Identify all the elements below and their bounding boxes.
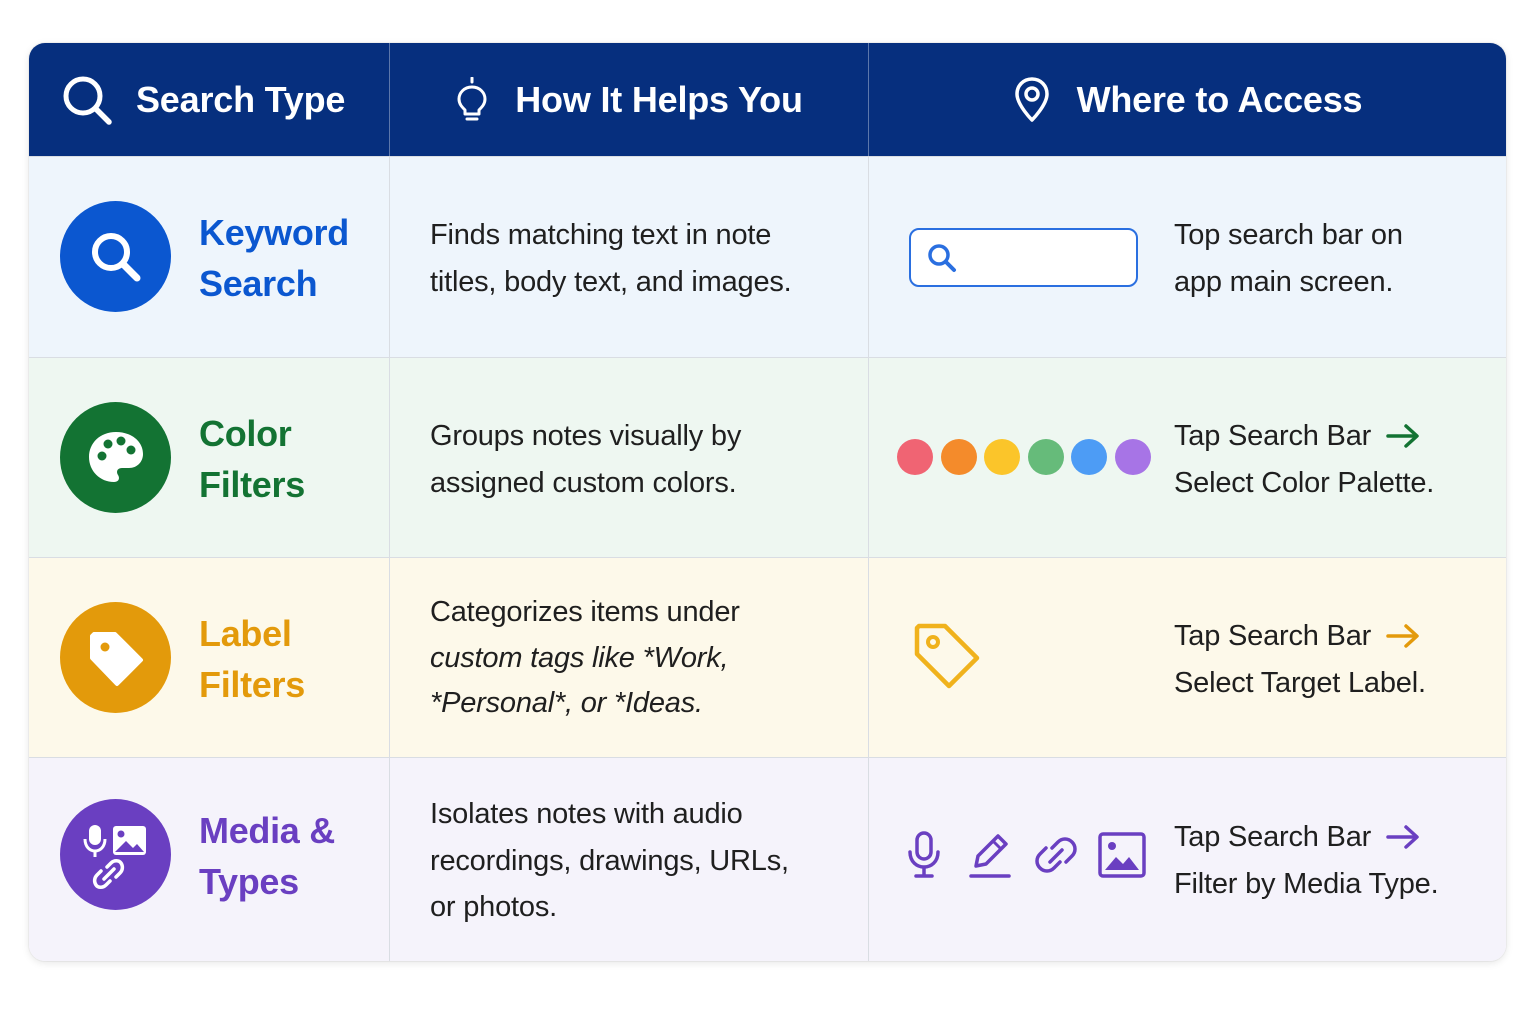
description-cell: Categorizes items under custom tags like…	[390, 558, 869, 757]
header-where-to-access-label: Where to Access	[1076, 78, 1363, 120]
image-icon[interactable]	[1089, 830, 1155, 880]
description-text: Finds matching text in note titles, body…	[430, 219, 792, 298]
color-swatch-orange[interactable]	[940, 439, 977, 475]
lightbulb-icon	[457, 76, 487, 120]
access-text: Top search bar on app main screen.	[1174, 219, 1403, 298]
media-icon	[83, 824, 146, 889]
palette-icon	[88, 431, 143, 482]
table-header: Search Type How It Helps You Where to Ac…	[29, 43, 1506, 156]
description-cell: Groups notes visually by assigned custom…	[390, 358, 869, 557]
search-type-cell: Media & Types	[29, 758, 390, 961]
description-text: Groups notes visually by assigned custom…	[430, 420, 742, 499]
color-swatch-purple[interactable]	[1114, 439, 1151, 475]
search-type-title: Label Filters	[199, 613, 305, 705]
table-row: Label Filters Categorizes items under cu…	[29, 557, 1506, 757]
arrow-right-icon	[1385, 823, 1421, 851]
access-text: Tap Search Bar Select Color Palette.	[1174, 420, 1435, 499]
search-type-cell: Color Filters	[29, 358, 390, 557]
keyword-search-badge	[60, 201, 171, 312]
header-search-type-label: Search Type	[136, 78, 346, 120]
search-bar-illustration	[909, 228, 1138, 287]
label-icon	[89, 631, 143, 686]
header-where-to-access: Where to Access	[869, 43, 1506, 156]
table-row: Keyword Search Finds matching text in no…	[29, 156, 1506, 357]
search-types-table: Search Type How It Helps You Where to Ac…	[29, 43, 1506, 961]
color-swatch-yellow[interactable]	[984, 439, 1020, 475]
search-icon	[91, 232, 140, 281]
tag-icon	[914, 623, 980, 689]
pencil-icon[interactable]	[957, 830, 1023, 880]
access-cell: Top search bar on app main screen.	[869, 157, 1506, 357]
search-type-cell: Keyword Search	[29, 157, 390, 357]
table-row: Color Filters Groups notes visually by a…	[29, 357, 1506, 557]
search-type-cell: Label Filters	[29, 558, 390, 757]
arrow-right-icon	[1385, 622, 1421, 650]
access-cell: Tap Search Bar Filter by Media Type.	[869, 758, 1506, 961]
search-icon	[63, 76, 112, 125]
search-icon	[928, 244, 956, 272]
color-swatch-green[interactable]	[1027, 439, 1064, 475]
label-filters-badge	[60, 602, 171, 713]
description-cell: Isolates notes with audio recordings, dr…	[390, 758, 869, 961]
table-row: Media & Types Isolates notes with audio …	[29, 757, 1506, 961]
microphone-icon[interactable]	[891, 830, 957, 880]
description-text: Categorizes items under custom tags like…	[430, 596, 740, 719]
search-type-title: Media & Types	[199, 810, 335, 902]
link-icon[interactable]	[1023, 830, 1089, 880]
media-types-badge	[60, 799, 171, 910]
location-pin-icon	[1014, 76, 1049, 122]
access-cell: Tap Search Bar Select Target Label.	[869, 558, 1506, 757]
header-how-it-helps-label: How It Helps You	[515, 78, 803, 120]
header-how-it-helps: How It Helps You	[390, 43, 869, 156]
arrow-right-icon	[1385, 422, 1421, 450]
description-text: Isolates notes with audio recordings, dr…	[430, 798, 789, 923]
search-type-title: Color Filters	[199, 413, 305, 505]
color-swatch-red[interactable]	[897, 439, 933, 475]
access-text: Tap Search Bar Select Target Label.	[1174, 620, 1426, 699]
access-text: Tap Search Bar Filter by Media Type.	[1174, 821, 1439, 900]
header-search-type: Search Type	[29, 43, 390, 156]
search-type-title: Keyword Search	[199, 212, 349, 304]
media-type-icons	[891, 830, 1155, 880]
color-filters-badge	[60, 402, 171, 513]
color-swatch-blue[interactable]	[1071, 439, 1107, 475]
color-palette-swatches	[897, 439, 1158, 475]
description-cell: Finds matching text in note titles, body…	[390, 157, 869, 357]
access-cell: Tap Search Bar Select Color Palette.	[869, 358, 1506, 557]
